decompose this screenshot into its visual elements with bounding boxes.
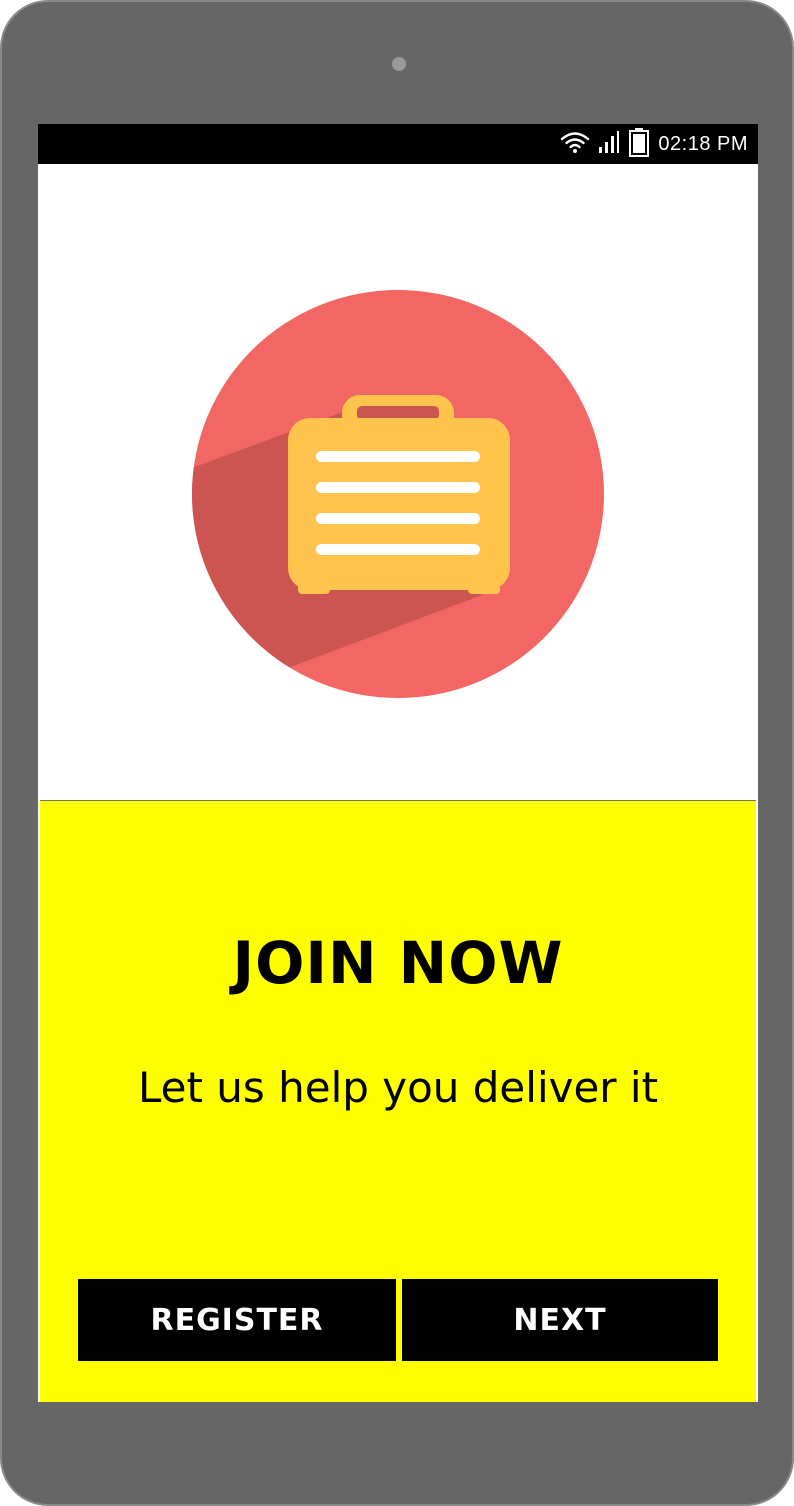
app-screen: 02:18 PM JOIN NOW Let us help you delive… — [38, 124, 758, 1402]
next-button[interactable]: NEXT — [402, 1279, 718, 1361]
signal-icon — [598, 130, 620, 158]
front-camera — [392, 57, 406, 71]
status-bar: 02:18 PM — [38, 124, 758, 164]
status-time: 02:18 PM — [658, 132, 748, 155]
hero-area — [38, 164, 758, 800]
register-button[interactable]: REGISTER — [78, 1279, 396, 1361]
join-panel: JOIN NOW Let us help you deliver it REGI… — [40, 800, 756, 1402]
suitcase-icon — [192, 290, 604, 698]
status-icons: 02:18 PM — [560, 124, 748, 164]
wifi-icon — [560, 130, 590, 158]
page-subtitle: Let us help you deliver it — [137, 1063, 659, 1112]
page-title: JOIN NOW — [232, 929, 564, 997]
battery-icon — [628, 127, 650, 161]
device-frame: 02:18 PM JOIN NOW Let us help you delive… — [0, 0, 794, 1506]
